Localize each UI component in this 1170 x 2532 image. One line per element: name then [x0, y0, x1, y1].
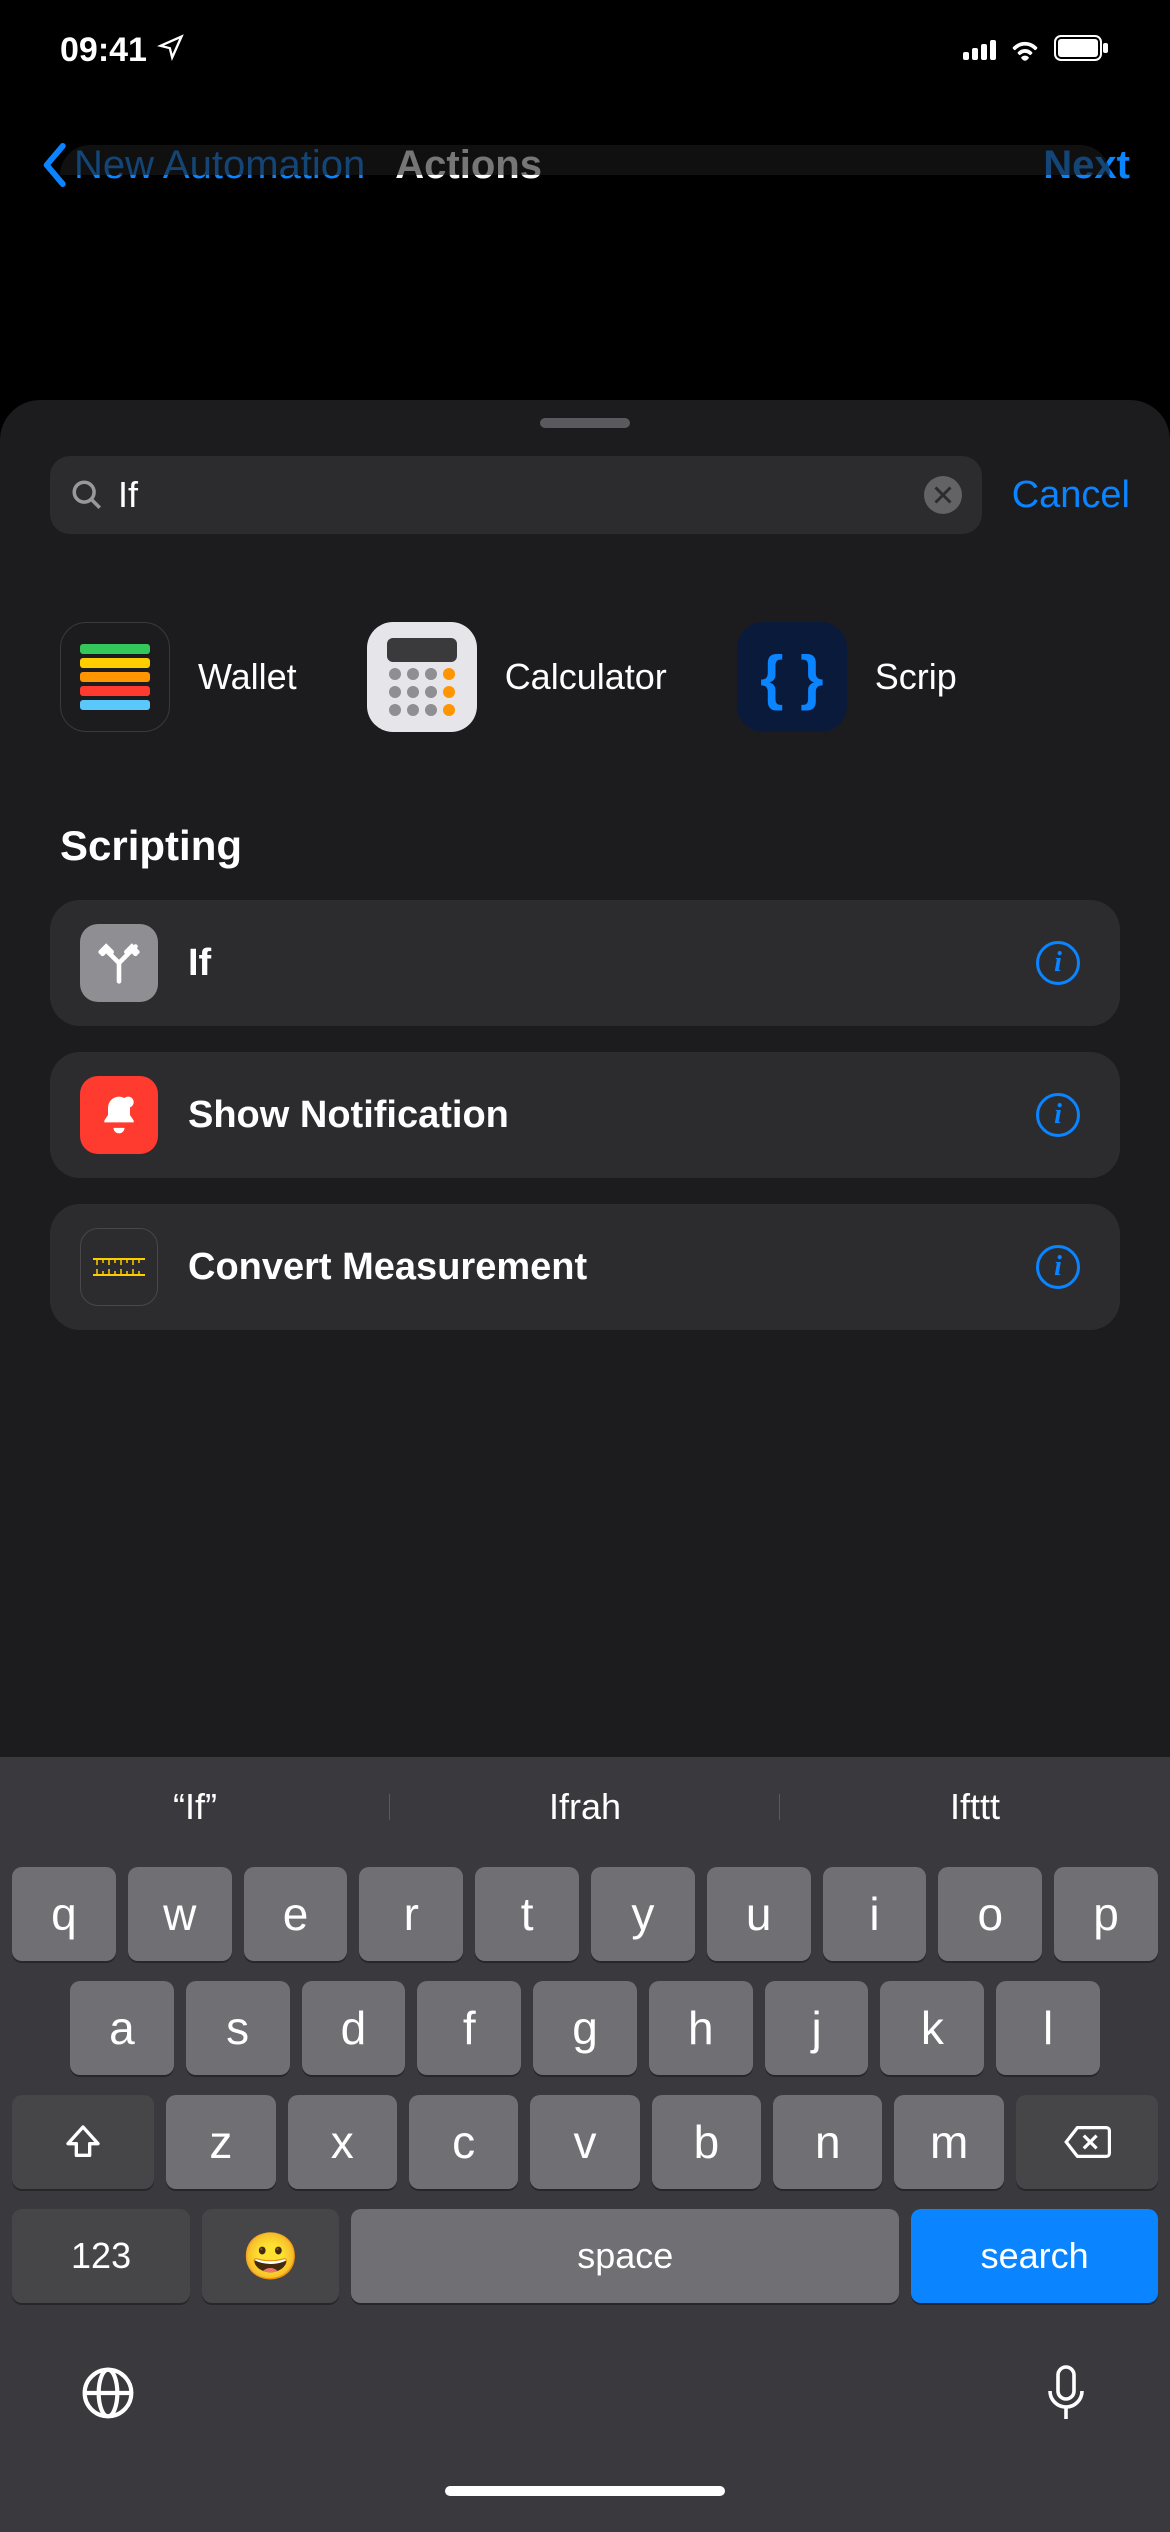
key-h[interactable]: h: [649, 1981, 753, 2075]
cellular-icon: [963, 40, 996, 60]
keyboard-suggestions: “If” Ifrah Ifttt: [0, 1757, 1170, 1857]
info-button[interactable]: i: [1036, 1093, 1080, 1137]
action-show-notification[interactable]: Show Notification i: [50, 1052, 1120, 1178]
status-time: 09:41: [60, 31, 147, 70]
key-row-4: 123 😀 space search: [12, 2209, 1158, 2303]
key-i[interactable]: i: [823, 1867, 927, 1961]
app-wallet[interactable]: Wallet: [60, 622, 337, 732]
dictation-button[interactable]: [1042, 2363, 1090, 2436]
emoji-icon: 😀: [242, 2229, 299, 2284]
action-label: Show Notification: [188, 1094, 1006, 1137]
section-header: Scripting: [0, 792, 1170, 900]
key-numbers[interactable]: 123: [12, 2209, 190, 2303]
mic-icon: [1042, 2363, 1090, 2423]
key-row-3: z x c v b n m: [12, 2095, 1158, 2189]
key-t[interactable]: t: [475, 1867, 579, 1961]
app-label: Scrip: [875, 656, 957, 698]
calculator-icon: [367, 622, 477, 732]
key-e[interactable]: e: [244, 1867, 348, 1961]
action-label: Convert Measurement: [188, 1246, 1006, 1289]
action-convert-measurement[interactable]: Convert Measurement i: [50, 1204, 1120, 1330]
status-bar: 09:41: [0, 0, 1170, 100]
wifi-icon: [1008, 31, 1042, 70]
key-search[interactable]: search: [911, 2209, 1158, 2303]
key-k[interactable]: k: [880, 1981, 984, 2075]
key-v[interactable]: v: [530, 2095, 639, 2189]
apps-row[interactable]: Wallet Calculator { } Scrip: [0, 562, 1170, 792]
key-q[interactable]: q: [12, 1867, 116, 1961]
search-input[interactable]: [118, 474, 910, 516]
keyboard: “If” Ifrah Ifttt q w e r t y u i o p a s…: [0, 1757, 1170, 2532]
key-p[interactable]: p: [1054, 1867, 1158, 1961]
actions-list: If i Show Notification i Convert Measure…: [0, 900, 1170, 1330]
location-icon: [157, 31, 185, 70]
suggestion[interactable]: Ifrah: [390, 1786, 780, 1828]
scripting-icon: { }: [737, 622, 847, 732]
key-space[interactable]: space: [351, 2209, 899, 2303]
key-a[interactable]: a: [70, 1981, 174, 2075]
shift-icon: [63, 2122, 103, 2162]
suggestion[interactable]: Ifttt: [780, 1786, 1170, 1828]
branch-icon: [80, 924, 158, 1002]
key-f[interactable]: f: [417, 1981, 521, 2075]
bell-icon: [80, 1076, 158, 1154]
app-label: Wallet: [198, 656, 297, 698]
key-shift[interactable]: [12, 2095, 154, 2189]
key-row-2: a s d f g h j k l: [12, 1981, 1158, 2075]
battery-icon: [1054, 31, 1110, 70]
ruler-icon: [80, 1228, 158, 1306]
key-row-1: q w e r t y u i o p: [12, 1867, 1158, 1961]
key-w[interactable]: w: [128, 1867, 232, 1961]
globe-button[interactable]: [80, 2365, 136, 2434]
sheet-grabber[interactable]: [540, 418, 630, 428]
key-emoji[interactable]: 😀: [202, 2209, 339, 2303]
key-n[interactable]: n: [773, 2095, 882, 2189]
info-button[interactable]: i: [1036, 1245, 1080, 1289]
globe-icon: [80, 2365, 136, 2421]
key-x[interactable]: x: [288, 2095, 397, 2189]
suggestion[interactable]: “If”: [0, 1786, 390, 1828]
key-z[interactable]: z: [166, 2095, 275, 2189]
key-g[interactable]: g: [533, 1981, 637, 2075]
key-delete[interactable]: [1016, 2095, 1158, 2189]
action-if[interactable]: If i: [50, 900, 1120, 1026]
key-r[interactable]: r: [359, 1867, 463, 1961]
info-button[interactable]: i: [1036, 941, 1080, 985]
key-o[interactable]: o: [938, 1867, 1042, 1961]
action-label: If: [188, 942, 1006, 985]
search-icon: [70, 478, 104, 512]
delete-icon: [1063, 2124, 1111, 2160]
key-y[interactable]: y: [591, 1867, 695, 1961]
key-s[interactable]: s: [186, 1981, 290, 2075]
sheet-stack-hint: [60, 145, 1110, 175]
close-icon: [934, 486, 952, 504]
search-field[interactable]: [50, 456, 982, 534]
cancel-button[interactable]: Cancel: [1012, 474, 1130, 517]
key-m[interactable]: m: [894, 2095, 1003, 2189]
clear-search-button[interactable]: [924, 476, 962, 514]
key-c[interactable]: c: [409, 2095, 518, 2189]
app-calculator[interactable]: Calculator: [367, 622, 707, 732]
key-l[interactable]: l: [996, 1981, 1100, 2075]
key-u[interactable]: u: [707, 1867, 811, 1961]
key-d[interactable]: d: [302, 1981, 406, 2075]
key-b[interactable]: b: [652, 2095, 761, 2189]
wallet-icon: [60, 622, 170, 732]
key-j[interactable]: j: [765, 1981, 869, 2075]
app-scripting[interactable]: { } Scrip: [737, 622, 997, 732]
app-label: Calculator: [505, 656, 667, 698]
home-indicator[interactable]: [445, 2486, 725, 2496]
